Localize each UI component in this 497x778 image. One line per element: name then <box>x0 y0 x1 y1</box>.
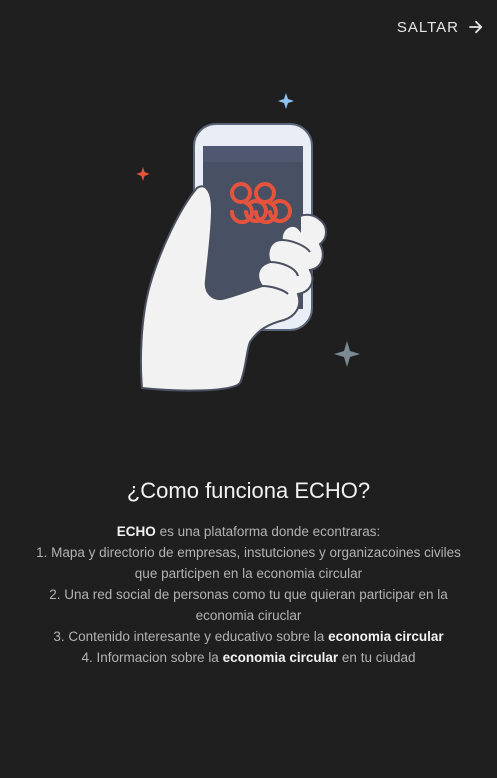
list-item-highlight: economia circular <box>222 650 339 665</box>
sparkle-blue-icon <box>278 93 294 109</box>
intro-text: es una plataforma donde econtraras: <box>159 524 381 539</box>
list-item: 1. Mapa y directorio de empresas, instut… <box>36 545 461 581</box>
list-item-highlight: economia circular <box>328 629 444 644</box>
list-item-prefix: 3. Contenido interesante y educativo sob… <box>53 629 325 644</box>
skip-button[interactable]: SALTAR <box>397 18 485 36</box>
description: ECHO es una plataforma donde econtraras:… <box>30 521 467 668</box>
page-title: ¿Como funciona ECHO? <box>126 478 371 503</box>
brand-name: ECHO <box>116 524 156 539</box>
hand-phone-illustration <box>136 93 360 392</box>
sparkle-red-icon <box>136 167 150 181</box>
list-item: 2. Una red social de personas como tu qu… <box>49 587 448 623</box>
list-item-prefix: 4. Informacion sobre la <box>81 650 219 665</box>
skip-label: SALTAR <box>396 18 459 36</box>
list-item-suffix: en tu ciudad <box>341 650 416 665</box>
intro-line: ECHO es una plataforma donde econtraras: <box>30 521 467 542</box>
list-item: 4. Informacion sobre la economia circula… <box>30 647 467 668</box>
list-item: 3. Contenido interesante y educativo sob… <box>30 626 467 647</box>
sparkle-gray-icon <box>334 341 360 367</box>
arrow-right-icon <box>469 20 483 34</box>
